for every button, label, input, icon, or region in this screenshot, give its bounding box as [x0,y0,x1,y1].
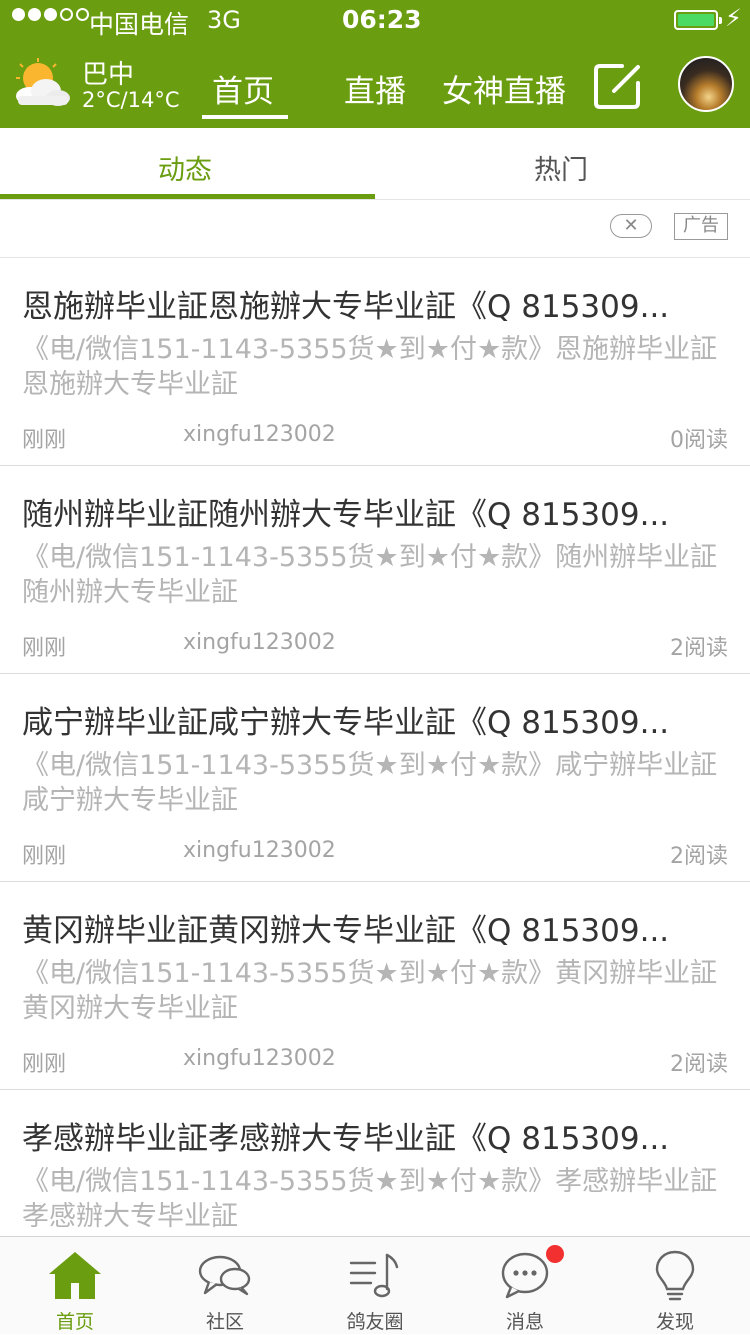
notification-badge [546,1245,564,1263]
bottom-tab-home[interactable]: 首页 [0,1237,150,1335]
post-author[interactable]: xingfu123002 [183,838,336,863]
post-title[interactable]: 随州辦毕业証随州辦大专毕业証《Q 815309... [22,489,728,534]
post-summary: 《电/微信151-1143-5355货★到★付★款》恩施辦毕业証恩施辦大专毕业証 [22,334,718,400]
tab-dynamics[interactable]: 动态 [158,148,212,187]
post-author[interactable]: xingfu123002 [183,422,336,447]
bottom-tab-label: 鸽友圈 [346,1311,404,1333]
post-read-count: 2阅读 [670,1052,728,1077]
signal-strength-icon [12,8,89,21]
post-meta: 刚刚 xingfu123002 0阅读 [0,422,750,453]
post-time: 刚刚 [22,1052,67,1077]
status-bar: 中国电信 3G 06:23 ⚡ [0,0,750,40]
bottom-tab-messages[interactable]: 消息 [450,1237,600,1335]
bottom-tab-community[interactable]: 社区 [150,1237,300,1335]
post-read-count: 2阅读 [670,844,728,869]
post-meta: 刚刚 xingfu123002 2阅读 [0,1046,750,1077]
post-item[interactable]: 随州辦毕业証随州辦大专毕业証《Q 815309... 《电/微信151-1143… [0,466,750,674]
tab-hot[interactable]: 热门 [534,148,588,187]
bottom-tab-bar: 首页 社区 鸽友圈 消息 发现 [0,1236,750,1334]
post-item[interactable]: 黄冈辦毕业証黄冈辦大专毕业証《Q 815309... 《电/微信151-1143… [0,882,750,1090]
tab-live[interactable]: 直播 [344,66,406,111]
compose-icon[interactable] [592,61,644,111]
signal-dot [44,8,57,21]
bottom-tab-label: 发现 [655,1311,694,1333]
music-list-icon [349,1253,399,1298]
carrier-name: 中国电信 [89,10,190,39]
ad-badge: 广告 [674,213,728,240]
post-title[interactable]: 孝感辦毕业証孝感辦大专毕业証《Q 815309... [22,1113,728,1158]
bottom-tab-label: 首页 [55,1311,94,1333]
post-summary: 《电/微信151-1143-5355货★到★付★款》孝感辦毕业証孝感辦大专毕业証 [22,1166,718,1232]
post-item[interactable]: 咸宁辦毕业証咸宁辦大专毕业証《Q 815309... 《电/微信151-1143… [0,674,750,882]
active-tab-indicator [202,115,288,119]
post-author[interactable]: xingfu123002 [183,1046,336,1071]
weather-city[interactable]: 巴中 [82,54,134,91]
post-time: 刚刚 [22,636,67,661]
post-meta: 刚刚 xingfu123002 2阅读 [0,630,750,661]
post-title[interactable]: 咸宁辦毕业証咸宁辦大专毕业証《Q 815309... [22,697,728,742]
post-time: 刚刚 [22,844,67,869]
post-read-count: 2阅读 [670,636,728,661]
sub-tab-indicator [0,194,375,199]
top-header: 中国电信 3G 06:23 ⚡ 巴中 2°C/14°C 首页 直播 女神直播 [0,0,750,128]
lightbulb-icon [655,1250,695,1301]
ad-strip: ✕ 广告 [0,200,750,258]
bottom-tab-label: 社区 [205,1311,244,1333]
post-title[interactable]: 恩施辦毕业証恩施辦大专毕业証《Q 815309... [22,281,728,326]
avatar[interactable] [678,56,734,112]
bottom-tab-discover[interactable]: 发现 [600,1237,750,1335]
post-item[interactable]: 恩施辦毕业証恩施辦大专毕业証《Q 815309... 《电/微信151-1143… [0,258,750,466]
post-summary: 《电/微信151-1143-5355货★到★付★款》咸宁辦毕业証咸宁辦大专毕业証 [22,750,718,816]
weather-temperature[interactable]: 2°C/14°C [82,88,179,112]
network-type: 3G [207,6,241,34]
ad-close-button[interactable]: ✕ [610,214,652,238]
signal-dot [76,8,89,21]
post-summary: 《电/微信151-1143-5355货★到★付★款》黄冈辦毕业証黄冈辦大专毕业証 [22,958,718,1024]
battery-fill [678,14,714,26]
post-read-count: 0阅读 [670,428,728,453]
charging-icon: ⚡ [725,4,742,32]
post-author[interactable]: xingfu123002 [183,630,336,655]
post-title[interactable]: 黄冈辦毕业証黄冈辦大专毕业証《Q 815309... [22,905,728,950]
post-meta: 刚刚 xingfu123002 2阅读 [0,838,750,869]
tab-goddess-live[interactable]: 女神直播 [442,66,566,111]
post-summary: 《电/微信151-1143-5355货★到★付★款》随州辦毕业証随州辦大专毕业証 [22,542,718,608]
battery-cap [719,17,722,24]
post-feed: 恩施辦毕业証恩施辦大专毕业証《Q 815309... 《电/微信151-1143… [0,258,750,1298]
home-icon [49,1252,101,1299]
partly-cloudy-icon[interactable] [10,58,72,108]
post-time: 刚刚 [22,428,67,453]
battery-icon [674,10,722,30]
status-time: 06:23 [342,5,422,34]
feed-sub-tabs: 动态 热门 [0,128,750,200]
bottom-tab-friends-circle[interactable]: 鸽友圈 [300,1237,450,1335]
tab-home[interactable]: 首页 [212,66,274,111]
signal-dot [28,8,41,21]
signal-dot [12,8,25,21]
signal-dot [60,8,73,21]
bottom-tab-label: 消息 [505,1311,544,1333]
chat-bubbles-icon [198,1255,251,1296]
